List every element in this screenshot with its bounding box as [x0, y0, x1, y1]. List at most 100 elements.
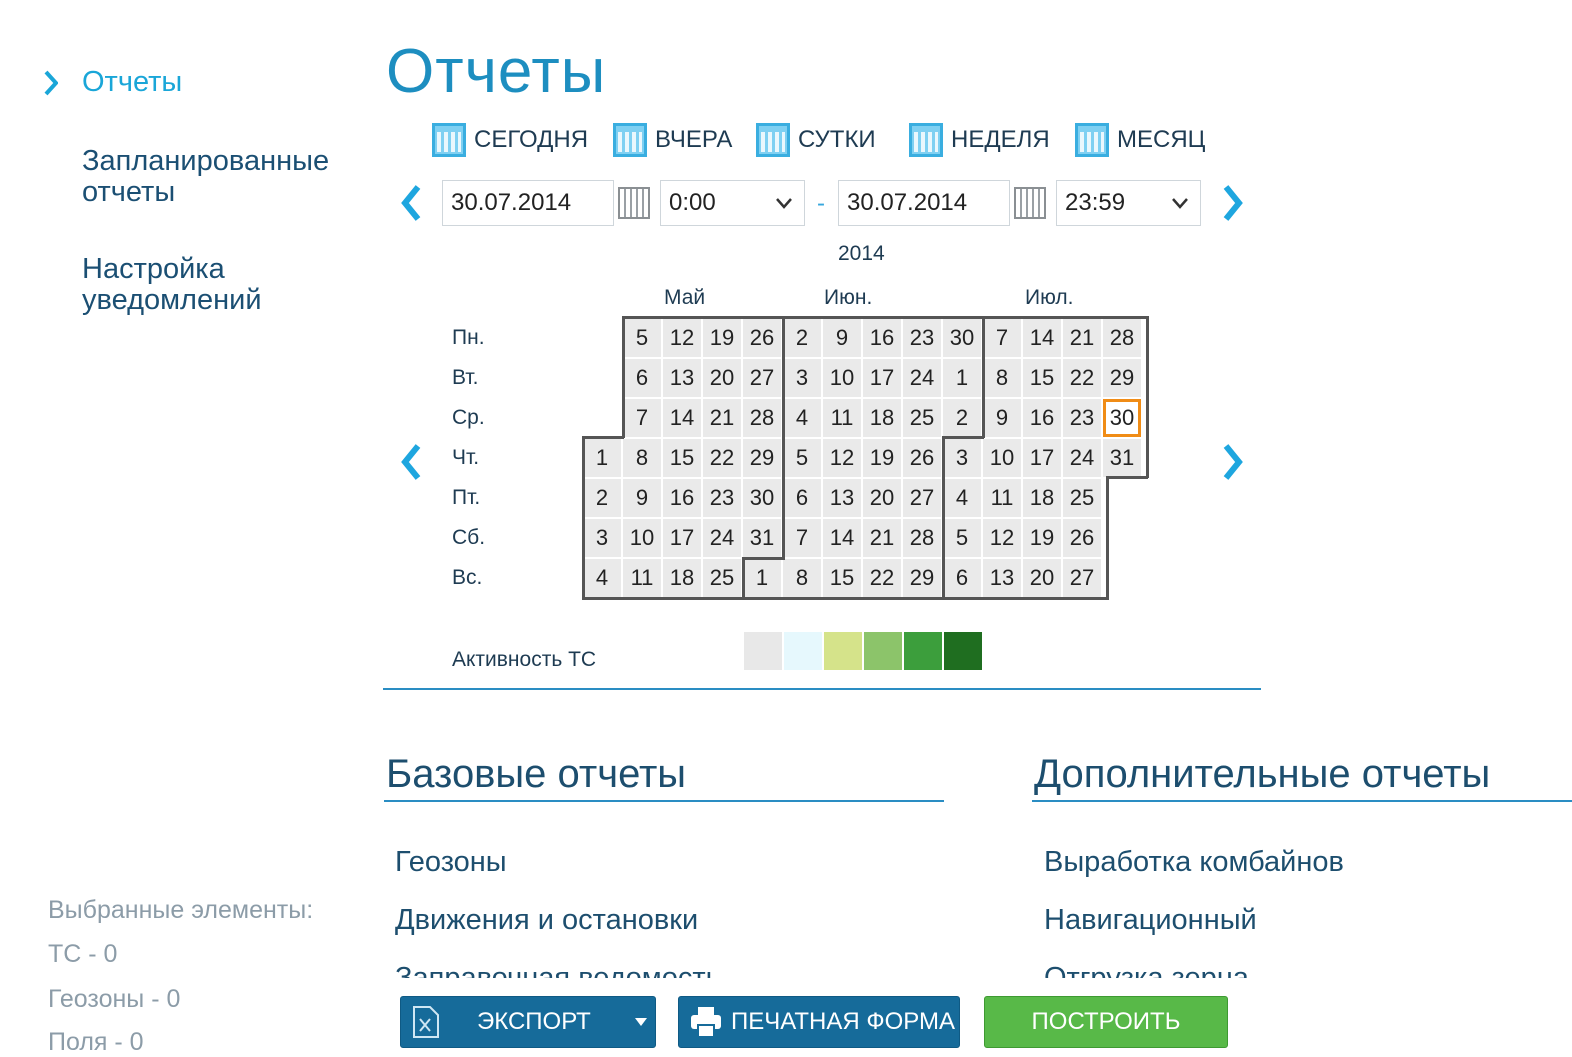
report-link-fueling[interactable]: Заправочная ведомость — [395, 962, 721, 978]
calendar-prev-icon[interactable] — [400, 443, 422, 481]
calendar-day[interactable]: 30 — [743, 479, 781, 517]
calendar-day[interactable]: 25 — [1063, 479, 1101, 517]
report-link-navigation[interactable]: Навигационный — [1044, 904, 1257, 937]
calendar-day[interactable]: 7 — [783, 519, 821, 557]
calendar-day[interactable]: 9 — [823, 319, 861, 357]
calendar-day[interactable]: 1 — [943, 359, 981, 397]
calendar-day[interactable]: 6 — [943, 559, 981, 597]
calendar-day[interactable]: 3 — [583, 519, 621, 557]
calendar-day[interactable]: 29 — [903, 559, 941, 597]
calendar-day[interactable]: 15 — [663, 439, 701, 477]
calendar-day[interactable]: 28 — [743, 399, 781, 437]
calendar-day[interactable]: 28 — [903, 519, 941, 557]
calendar-day[interactable]: 11 — [983, 479, 1021, 517]
calendar-day[interactable]: 17 — [1023, 439, 1061, 477]
calendar-day[interactable]: 12 — [663, 319, 701, 357]
calendar-day[interactable]: 5 — [943, 519, 981, 557]
calendar-day[interactable]: 8 — [783, 559, 821, 597]
calendar-day[interactable]: 13 — [823, 479, 861, 517]
calendar-day[interactable]: 31 — [743, 519, 781, 557]
calendar-day[interactable]: 21 — [863, 519, 901, 557]
caret-down-icon[interactable] — [634, 1018, 647, 1026]
report-link-geozones[interactable]: Геозоны — [395, 846, 507, 879]
date-from-calendar-icon[interactable] — [614, 181, 654, 225]
calendar-day[interactable]: 24 — [903, 359, 941, 397]
calendar-day[interactable]: 22 — [863, 559, 901, 597]
next-period-icon[interactable] — [1222, 184, 1244, 222]
calendar-day[interactable]: 23 — [903, 319, 941, 357]
date-from-input[interactable]: 30.07.2014 — [442, 180, 614, 226]
calendar-day[interactable]: 2 — [783, 319, 821, 357]
date-to-input[interactable]: 30.07.2014 — [838, 180, 1010, 226]
calendar-day[interactable]: 3 — [783, 359, 821, 397]
sidebar-item-scheduled-reports[interactable]: Запланированные отчеты — [82, 146, 372, 208]
calendar-day[interactable]: 18 — [1023, 479, 1061, 517]
calendar-day[interactable]: 20 — [863, 479, 901, 517]
calendar-day[interactable]: 2 — [943, 399, 981, 437]
calendar-day[interactable]: 13 — [983, 559, 1021, 597]
calendar-day[interactable]: 30 — [943, 319, 981, 357]
calendar-day[interactable]: 8 — [623, 439, 661, 477]
calendar-day[interactable]: 10 — [623, 519, 661, 557]
calendar-day[interactable]: 5 — [623, 319, 661, 357]
report-link-movements[interactable]: Движения и остановки — [395, 904, 698, 937]
calendar-day[interactable]: 26 — [1063, 519, 1101, 557]
calendar-day[interactable]: 18 — [663, 559, 701, 597]
calendar-day[interactable]: 8 — [983, 359, 1021, 397]
calendar-day[interactable]: 21 — [1063, 319, 1101, 357]
calendar-day[interactable]: 10 — [823, 359, 861, 397]
calendar-day[interactable]: 22 — [703, 439, 741, 477]
calendar-day[interactable]: 24 — [703, 519, 741, 557]
calendar-day[interactable]: 6 — [623, 359, 661, 397]
quick-week-button[interactable]: НЕДЕЛЯ — [909, 122, 1050, 158]
sidebar-item-notification-settings[interactable]: Настройка уведомлений — [82, 254, 372, 316]
calendar-day[interactable]: 16 — [663, 479, 701, 517]
calendar-day[interactable]: 13 — [663, 359, 701, 397]
calendar-day[interactable]: 22 — [1063, 359, 1101, 397]
calendar-day[interactable]: 21 — [703, 399, 741, 437]
calendar-day[interactable]: 11 — [623, 559, 661, 597]
calendar-day[interactable]: 5 — [783, 439, 821, 477]
calendar-day[interactable]: 18 — [863, 399, 901, 437]
calendar-next-icon[interactable] — [1222, 443, 1244, 481]
calendar-day[interactable]: 30 — [1103, 399, 1141, 437]
calendar-day[interactable]: 14 — [663, 399, 701, 437]
report-link-grain-shipment[interactable]: Отгрузка зерна — [1044, 962, 1249, 978]
calendar-day[interactable]: 27 — [1063, 559, 1101, 597]
calendar-day[interactable]: 23 — [1063, 399, 1101, 437]
calendar-day[interactable]: 10 — [983, 439, 1021, 477]
calendar-day[interactable]: 11 — [823, 399, 861, 437]
calendar-day[interactable]: 25 — [703, 559, 741, 597]
export-button[interactable]: ЭКСПОРТ — [400, 996, 656, 1048]
calendar-day[interactable]: 2 — [583, 479, 621, 517]
calendar-day[interactable]: 28 — [1103, 319, 1141, 357]
calendar-day[interactable]: 26 — [903, 439, 941, 477]
quick-month-button[interactable]: МЕСЯЦ — [1075, 122, 1205, 158]
calendar-day[interactable]: 4 — [783, 399, 821, 437]
prev-period-icon[interactable] — [400, 184, 422, 222]
calendar-day[interactable]: 7 — [983, 319, 1021, 357]
calendar-day[interactable]: 19 — [703, 319, 741, 357]
calendar-day[interactable]: 31 — [1103, 439, 1141, 477]
calendar-day[interactable]: 1 — [743, 559, 781, 597]
calendar-day[interactable]: 1 — [583, 439, 621, 477]
calendar-day[interactable]: 25 — [903, 399, 941, 437]
calendar-day[interactable]: 27 — [903, 479, 941, 517]
calendar-day[interactable]: 26 — [743, 319, 781, 357]
calendar-day[interactable]: 16 — [1023, 399, 1061, 437]
calendar-day[interactable]: 15 — [823, 559, 861, 597]
calendar-day[interactable]: 17 — [663, 519, 701, 557]
quick-yesterday-button[interactable]: ВЧЕРА — [613, 122, 732, 158]
calendar-day[interactable]: 4 — [943, 479, 981, 517]
calendar-day[interactable]: 27 — [743, 359, 781, 397]
calendar-day[interactable]: 12 — [823, 439, 861, 477]
calendar-day[interactable]: 14 — [1023, 319, 1061, 357]
print-form-button[interactable]: ПЕЧАТНАЯ ФОРМА — [678, 996, 960, 1048]
calendar-day[interactable]: 24 — [1063, 439, 1101, 477]
calendar-day[interactable]: 9 — [983, 399, 1021, 437]
calendar-day[interactable]: 9 — [623, 479, 661, 517]
calendar-day[interactable]: 29 — [743, 439, 781, 477]
calendar-day[interactable]: 4 — [583, 559, 621, 597]
build-button[interactable]: ПОСТРОИТЬ — [984, 996, 1228, 1048]
calendar-day[interactable]: 20 — [703, 359, 741, 397]
